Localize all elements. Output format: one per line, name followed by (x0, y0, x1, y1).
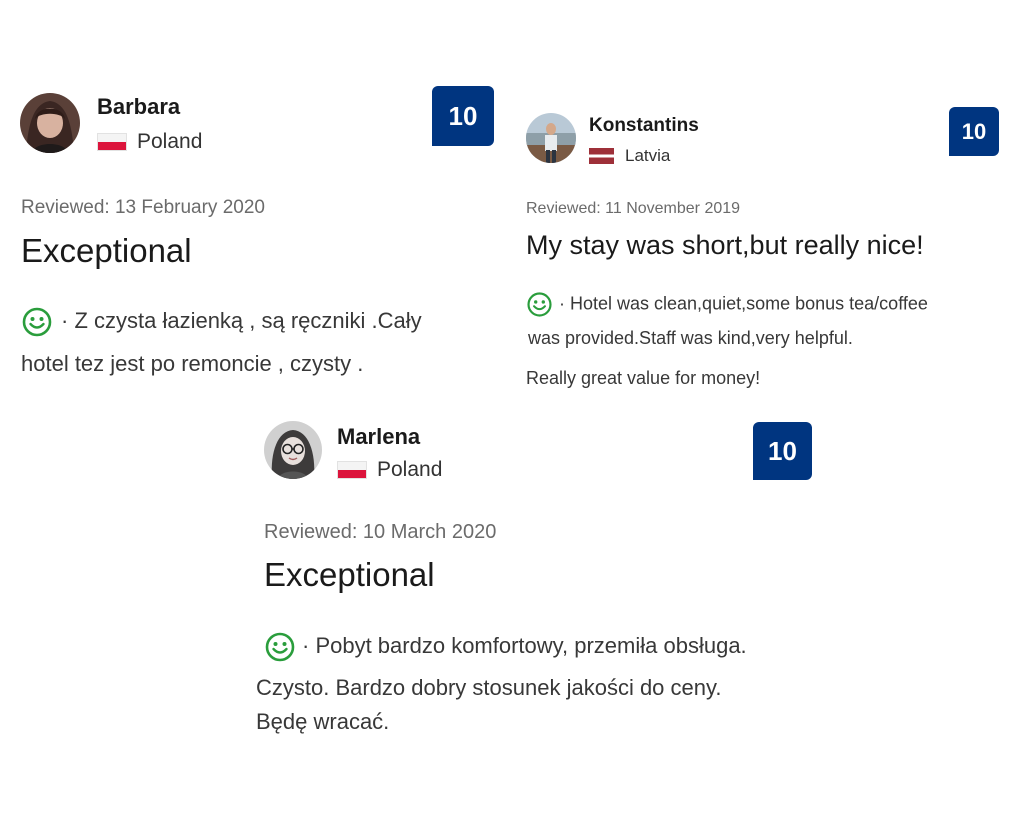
smiley-face-icon (22, 307, 52, 337)
review-text-line: was provided.Staff was kind,very helpful… (528, 328, 853, 348)
reviewer-name: Konstantins (589, 115, 699, 136)
avatar (264, 421, 322, 479)
score-badge: 10 (753, 422, 812, 480)
review-date: Reviewed: 11 November 2019 (526, 200, 741, 217)
review-text-line: Będę wracać. (256, 709, 390, 734)
reviewer-country: Poland (337, 458, 442, 482)
review-title: Exceptional (264, 556, 435, 593)
smiley-face-icon (527, 292, 552, 317)
review-date: Reviewed: 13 February 2020 (21, 197, 265, 218)
review-date: Reviewed: 10 March 2020 (264, 521, 497, 543)
smiley-face-icon (265, 632, 295, 662)
latvia-flag-icon (589, 148, 614, 164)
review-text-line: Really great value for money! (526, 368, 761, 388)
review-text-line: · Z czysta łazienką , są ręczniki .Cały (21, 306, 422, 338)
review-title: My stay was short,but really nice! (526, 230, 924, 260)
score-badge: 10 (432, 86, 494, 146)
review-text: · Hotel was clean,quiet,some bonus tea/c… (559, 293, 928, 314)
review-title: Exceptional (21, 232, 192, 269)
avatar (526, 113, 576, 163)
avatar (20, 93, 80, 153)
country-label: Latvia (625, 146, 671, 165)
review-text-line: · Hotel was clean,quiet,some bonus tea/c… (526, 291, 928, 318)
reviewer-country: Latvia (589, 146, 670, 166)
country-label: Poland (137, 130, 203, 153)
review-text: · Z czysta łazienką , są ręczniki .Cały (61, 307, 422, 333)
review-text: · Pobyt bardzo komfortowy, przemiła obsł… (302, 632, 747, 658)
reviewer-country: Poland (97, 130, 202, 154)
poland-flag-icon (337, 461, 367, 479)
poland-flag-icon (97, 133, 127, 151)
review-text-line: · Pobyt bardzo komfortowy, przemiła obsł… (264, 631, 747, 663)
score-badge: 10 (949, 107, 999, 156)
review-text-line: Czysto. Bardzo dobry stosunek jakości do… (256, 675, 722, 700)
reviewer-name: Marlena (337, 424, 421, 449)
review-text-line: hotel tez jest po remoncie , czysty . (21, 351, 364, 376)
reviewer-name: Barbara (97, 94, 181, 119)
country-label: Poland (377, 458, 443, 481)
